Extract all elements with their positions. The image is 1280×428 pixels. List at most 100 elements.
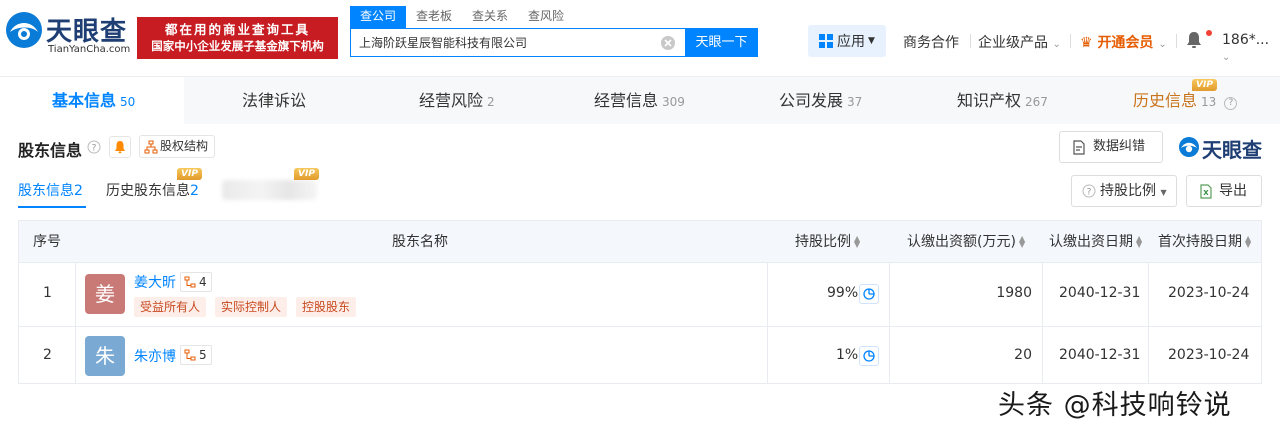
tab-label: 知识产权 xyxy=(957,91,1022,110)
subtab-count: 2 xyxy=(74,183,83,199)
avatar: 姜 xyxy=(85,274,125,314)
tab-litigation[interactable]: 法律诉讼 xyxy=(242,77,306,125)
relation-graph-icon xyxy=(184,349,196,361)
subtab-shareholders[interactable]: 股东信息2 xyxy=(18,180,83,200)
tab-count: 37 xyxy=(847,95,863,109)
tag-actual-controller: 实际控制人 xyxy=(215,297,288,317)
sort-icon: ▲ ▼ xyxy=(1018,234,1026,249)
avatar: 朱 xyxy=(85,336,125,376)
subscription-date: 2040-12-31 xyxy=(1059,347,1141,363)
user-account[interactable]: 186*... ⌄ xyxy=(1222,32,1280,64)
cell-divider xyxy=(767,327,768,384)
tab-business-risk[interactable]: 经营风险 2 xyxy=(419,77,495,125)
active-tab-underline xyxy=(18,206,86,208)
tab-business-info[interactable]: 经营信息 309 xyxy=(594,77,685,125)
shareholder-name[interactable]: 朱亦博 xyxy=(134,346,176,366)
caret-down-icon: ▼ xyxy=(868,36,875,46)
slogan-banner: 都在用的商业查询工具 国家中小企业发展子基金旗下机构 xyxy=(137,17,338,59)
follow-bell-button[interactable] xyxy=(109,136,131,158)
col-date-label: 认缴出资日期 xyxy=(1049,234,1133,250)
export-button[interactable]: X 导出 xyxy=(1186,175,1262,207)
col-first-date[interactable]: 首次持股日期 ▲ ▼ xyxy=(1158,221,1251,263)
brand-logo: 天眼查 xyxy=(1178,134,1262,163)
pie-chart-icon xyxy=(863,350,875,362)
col-ratio[interactable]: 持股比例 ▲ ▼ xyxy=(795,221,860,263)
search-tab-risk[interactable]: 查风险 xyxy=(518,6,574,28)
subtab-count: 2 xyxy=(190,183,199,199)
chevron-down-icon: ⌄ xyxy=(1222,52,1231,63)
help-circle-icon[interactable]: ? xyxy=(87,140,101,154)
cell-divider xyxy=(767,263,768,326)
clear-icon[interactable] xyxy=(660,35,676,51)
business-link[interactable]: 商务合作 xyxy=(903,32,959,52)
pie-chart-button[interactable] xyxy=(859,346,879,366)
col-amount[interactable]: 认缴出资额(万元) ▲ ▼ xyxy=(907,221,1025,263)
cell-divider xyxy=(1042,263,1043,326)
tag-controlling-shareholder: 控股股东 xyxy=(296,297,357,317)
slogan-line1: 都在用的商业查询工具 xyxy=(164,22,310,37)
crown-icon: ♛ xyxy=(1080,35,1093,51)
logo-domain: TianYanCha.com xyxy=(48,44,131,55)
nav-divider xyxy=(1070,34,1071,48)
search-box xyxy=(350,28,686,57)
search-tab-relation[interactable]: 查关系 xyxy=(462,6,518,28)
tag-beneficial-owner: 受益所有人 xyxy=(134,297,207,317)
table-row: 1 姜 姜大昕 4 受益所有人 实际控制人 控股股东 99% 1980 2040… xyxy=(19,263,1261,327)
vip-link[interactable]: ♛ 开通会员 ⌄ xyxy=(1080,32,1167,52)
pie-chart-button[interactable] xyxy=(859,284,879,304)
ratio-label: 持股比例 xyxy=(1100,183,1156,199)
brand-text: 天眼查 xyxy=(1202,138,1262,162)
notification-dot xyxy=(1206,30,1212,36)
tab-basic-info[interactable]: 基本信息 50 xyxy=(0,77,184,125)
top-header: 天眼查 TianYanCha.com 都在用的商业查询工具 国家中小企业发展子基… xyxy=(0,0,1280,76)
document-edit-icon xyxy=(1073,140,1085,155)
tab-label: 法律诉讼 xyxy=(242,91,307,110)
subscribed-amount: 20 xyxy=(1014,347,1032,363)
user-phone: 186*... xyxy=(1222,32,1270,48)
notification-bell-icon[interactable] xyxy=(1186,31,1202,49)
relation-count: 5 xyxy=(199,348,207,362)
apps-label: 应用 xyxy=(837,34,866,50)
help-circle-icon: ? xyxy=(1224,97,1238,110)
equity-structure-button[interactable]: 股权结构 xyxy=(139,135,215,158)
apps-button[interactable]: 应用 ▼ xyxy=(808,25,886,57)
vip-badge: VIP xyxy=(294,168,319,180)
tab-label: 历史信息 xyxy=(1133,91,1198,110)
search-input[interactable] xyxy=(359,35,649,49)
logo-mark-icon xyxy=(1179,137,1199,157)
main-tabs: 基本信息 50 法律诉讼 经营风险 2 经营信息 309 公司发展 37 知识产权 267… xyxy=(0,76,1280,125)
sort-icon: ▲ ▼ xyxy=(1136,234,1143,249)
slogan-line2: 国家中小企业发展子基金旗下机构 xyxy=(151,39,324,53)
subtab-label: 股东信息 xyxy=(18,183,74,199)
enterprise-label: 企业级产品 xyxy=(978,35,1048,51)
nav-divider xyxy=(1176,34,1177,48)
help-circle-icon: ? xyxy=(1082,184,1096,198)
col-amount-label: 认缴出资额(万元) xyxy=(907,234,1016,250)
enterprise-products-link[interactable]: 企业级产品 ⌄ xyxy=(978,32,1061,52)
holding-ratio-button[interactable]: ? 持股比例 ▼ xyxy=(1071,175,1177,207)
search-tab-company[interactable]: 查公司 xyxy=(350,6,407,28)
col-index: 序号 xyxy=(33,234,61,250)
tab-count: 309 xyxy=(662,95,685,109)
cell-divider xyxy=(889,327,890,384)
svg-text:X: X xyxy=(1203,189,1209,197)
relation-count-badge[interactable]: 4 xyxy=(180,272,212,292)
first-holding-date: 2023-10-24 xyxy=(1168,285,1250,301)
tab-label: 经营风险 xyxy=(419,91,484,110)
shareholder-name[interactable]: 姜大昕 xyxy=(134,272,176,292)
col-date[interactable]: 认缴出资日期 ▲ ▼ xyxy=(1049,221,1142,263)
search-button[interactable]: 天眼一下 xyxy=(685,28,758,57)
tab-ip[interactable]: 知识产权 267 xyxy=(957,77,1048,125)
subtab-history-shareholders[interactable]: 历史股东信息2 xyxy=(106,180,199,200)
tianyancha-logo[interactable]: 天眼查 TianYanCha.com xyxy=(4,8,132,60)
first-holding-date: 2023-10-24 xyxy=(1168,347,1250,363)
relation-count-badge[interactable]: 5 xyxy=(180,345,212,365)
subscribed-amount: 1980 xyxy=(996,285,1032,301)
search-tab-boss[interactable]: 查老板 xyxy=(406,6,462,28)
data-correction-button[interactable]: 数据纠错 xyxy=(1059,131,1163,163)
export-label: 导出 xyxy=(1219,183,1247,199)
vip-badge: VIP xyxy=(177,168,202,180)
tab-development[interactable]: 公司发展 37 xyxy=(779,77,862,125)
tab-history[interactable]: 历史信息 13 ? xyxy=(1133,77,1238,125)
blurred-subtab[interactable] xyxy=(222,180,317,200)
